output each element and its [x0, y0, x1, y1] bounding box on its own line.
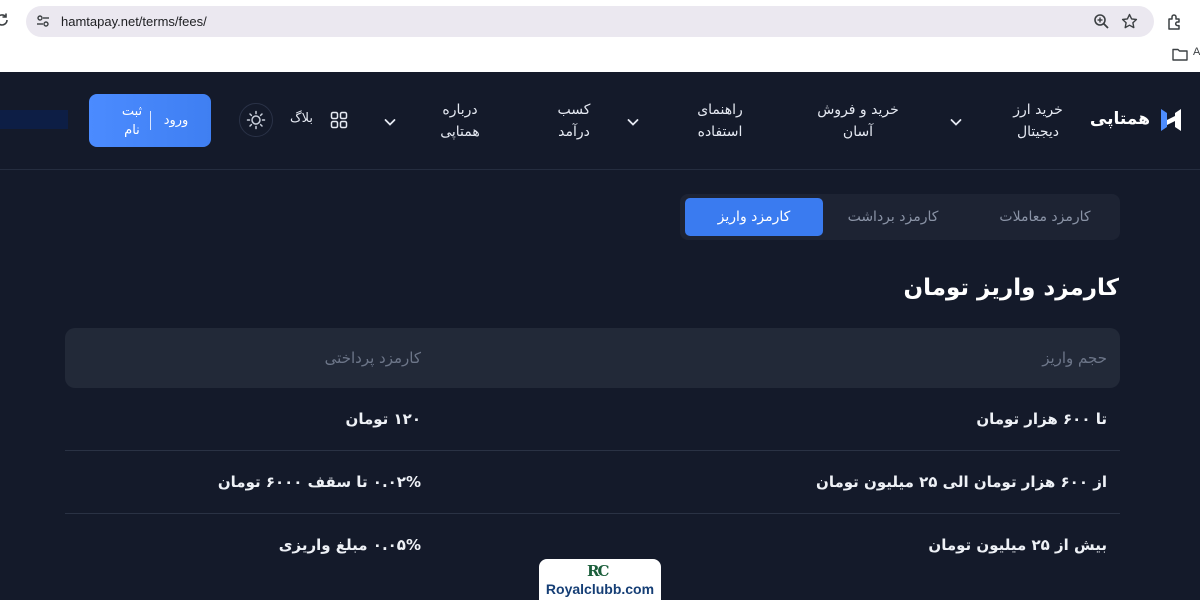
nav-guide[interactable]: راهنمای استفاده [690, 72, 790, 169]
cell-volume: تا ۶۰۰ هزار تومان [976, 410, 1107, 428]
theme-toggle-button[interactable] [239, 103, 273, 137]
chevron-down-icon [626, 114, 640, 128]
nav-buy-crypto-label: خرید ارز دیجیتال [1013, 102, 1063, 140]
login-label[interactable]: ورود [161, 94, 191, 147]
watermark-text: Royalclubb.com [545, 581, 655, 597]
auth-divider [150, 111, 151, 130]
table-row: از ۶۰۰ هزار تومان الی ۲۵ میلیون تومان ۰.… [65, 451, 1120, 514]
site-info-icon[interactable] [35, 13, 51, 29]
watermark: RC Royalclubb.com [539, 559, 661, 600]
fee-tabs: کارمزد معاملات کارمزد برداشت کارمزد واری… [680, 194, 1120, 240]
apps-grid-icon [330, 111, 348, 129]
column-header-fee: کارمزد پرداختی [324, 349, 421, 367]
nav-buy-crypto[interactable]: خرید ارز دیجیتال [1005, 72, 1075, 169]
tab-deposit-fees[interactable]: کارمزد واریز [685, 198, 823, 236]
nav-income-label: کسب درآمد [557, 102, 591, 140]
logo-text: همتاپی [1089, 109, 1150, 129]
tab-trade-fees[interactable]: کارمزد معاملات [980, 198, 1110, 236]
nav-income[interactable]: کسب درآمد [530, 72, 645, 169]
cell-fee: ۱۲۰ تومان [345, 410, 421, 428]
register-label[interactable]: ثبت نام [117, 102, 147, 140]
nav-about-label: درباره همتاپی [440, 102, 480, 140]
cell-fee: ۰.۰۲% تا سقف ۶۰۰۰ تومان [217, 473, 421, 491]
chevron-down-icon [383, 114, 397, 128]
header-strip [0, 110, 68, 129]
site-logo[interactable]: همتاپی [1080, 106, 1184, 134]
reload-icon[interactable] [0, 12, 14, 32]
cell-volume: از ۶۰۰ هزار تومان الی ۲۵ میلیون تومان [816, 473, 1107, 491]
extensions-icon[interactable] [1166, 13, 1184, 31]
table-header: حجم واریز کارمزد پرداختی [65, 328, 1120, 388]
watermark-logo: RC [587, 562, 609, 580]
nav-about[interactable]: درباره همتاپی [380, 72, 490, 169]
table-row: تا ۶۰۰ هزار تومان ۱۲۰ تومان [65, 388, 1120, 451]
site-header: ثبت نام ورود بلاگ درباره همتاپی کسب درآم… [0, 72, 1200, 170]
nav-guide-label: راهنمای استفاده [697, 102, 743, 140]
nav-blog-label: بلاگ [290, 111, 314, 126]
address-bar[interactable]: hamtapay.net/terms/fees/ [26, 6, 1154, 37]
folder-icon[interactable] [1172, 46, 1188, 61]
zoom-icon[interactable] [1093, 13, 1110, 30]
url-text[interactable]: hamtapay.net/terms/fees/ [61, 6, 207, 37]
tab-withdraw-fees[interactable]: کارمزد برداشت [828, 198, 958, 236]
browser-chrome: hamtapay.net/terms/fees/ A [0, 0, 1200, 72]
page-title: کارمزد واریز تومان [903, 275, 1119, 301]
nav-buy-easy-label: خرید و فروش آسان [817, 102, 899, 140]
login-register-button[interactable]: ثبت نام ورود [89, 94, 211, 147]
logo-mark-icon [1158, 106, 1184, 134]
cell-volume: بیش از ۲۵ میلیون تومان [928, 536, 1107, 554]
cell-fee: ۰.۰۵% مبلغ واریزی [278, 536, 421, 554]
chevron-down-icon [949, 114, 963, 128]
nav-buy-easy[interactable]: خرید و فروش آسان [808, 72, 968, 169]
star-icon[interactable] [1121, 13, 1138, 30]
bookmark-label[interactable]: A [1193, 46, 1200, 58]
column-header-volume: حجم واریز [1042, 349, 1107, 367]
